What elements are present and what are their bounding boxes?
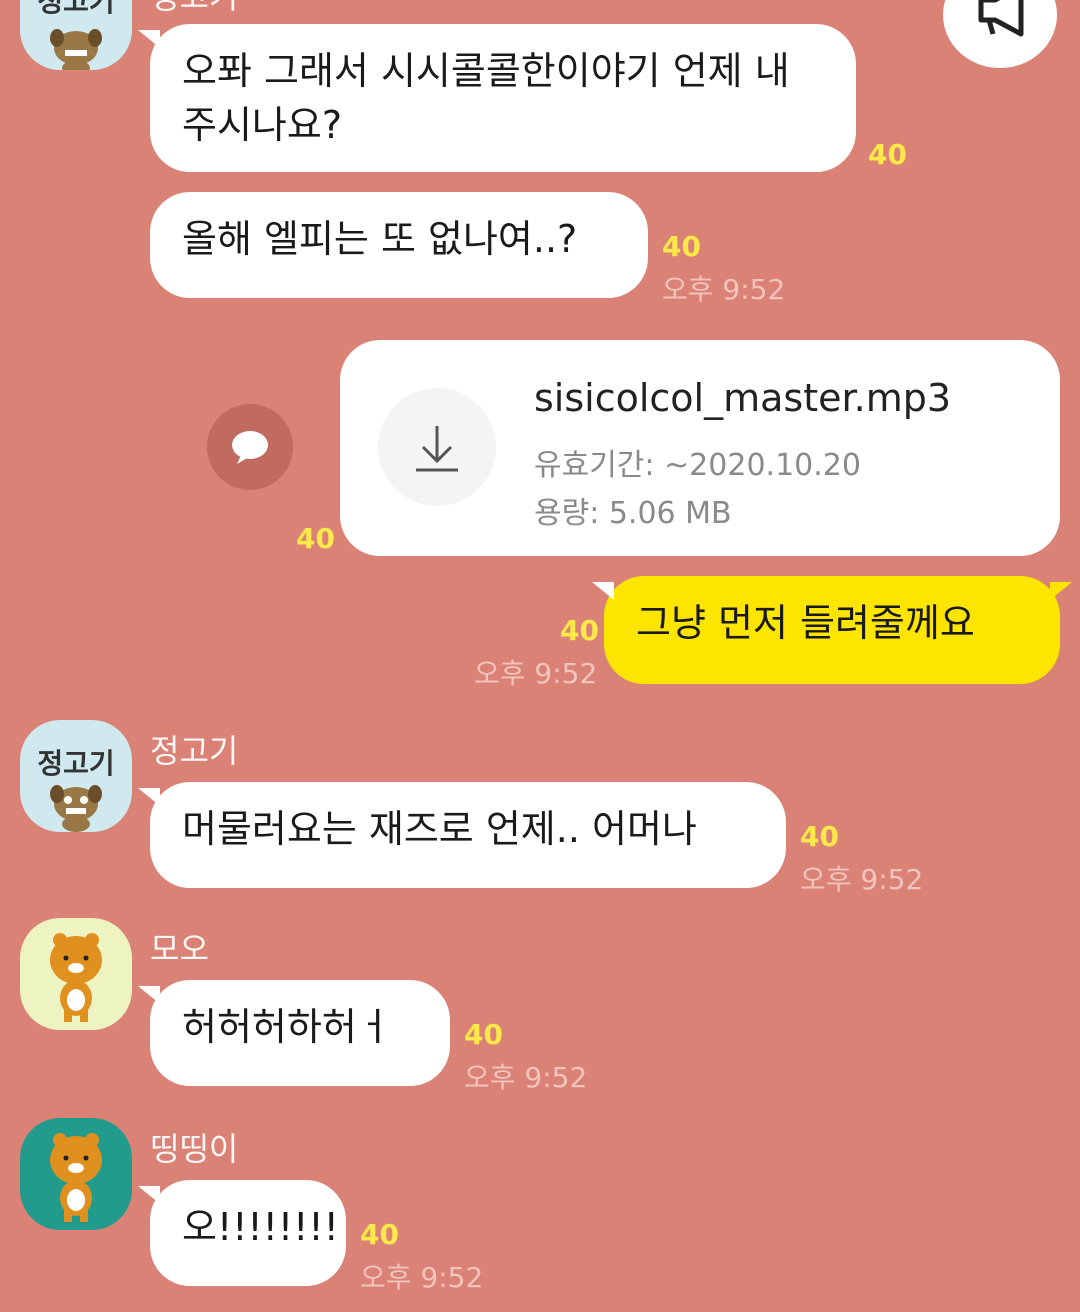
share-button[interactable] <box>207 404 293 490</box>
file-name: sisicolcol_master.mp3 <box>534 376 952 420</box>
message-text: 올해 엘피는 또 없나여..? <box>182 217 578 261</box>
message-bubble[interactable]: 허허허하허ㅓ <box>138 980 450 1086</box>
message-bubble[interactable]: 오!!!!!!!! <box>138 1180 346 1286</box>
dog-character-icon <box>50 785 102 832</box>
sender-name: 정고기 <box>150 0 238 18</box>
megaphone-icon <box>978 0 1024 37</box>
avatar-ddingddingi[interactable] <box>20 1118 132 1230</box>
message-time: 오후 9:52 <box>800 863 924 896</box>
message-text: 머물러요는 재즈로 언제.. 어머나 <box>182 807 697 851</box>
avatar-moo[interactable] <box>20 918 132 1030</box>
message-bubble[interactable]: 올해 엘피는 또 없나여..? <box>150 192 648 298</box>
message-bubble[interactable]: 머물러요는 재즈로 언제.. 어머나 <box>138 782 786 888</box>
file-size: 용량: 5.06 MB <box>534 496 732 531</box>
my-message-bubble[interactable]: 그냥 먼저 들려줄께요 <box>592 576 1072 684</box>
message-text: 허허허하허ㅓ <box>182 1005 392 1049</box>
unread-count: 40 <box>464 1018 503 1051</box>
sender-name: 띵띵이 <box>150 1130 239 1168</box>
message-time: 오후 9:52 <box>474 657 598 690</box>
avatar-jeonggogi-top[interactable]: 정고기 <box>20 0 132 70</box>
message-text: 그냥 먼저 들려줄께요 <box>636 601 975 645</box>
unread-count: 40 <box>560 614 599 647</box>
unread-count: 40 <box>800 820 839 853</box>
message-text: 오!!!!!!!! <box>182 1205 339 1249</box>
message-bubble[interactable]: 오퐈 그래서 시시콜콜한이야기 언제 내주시나요? <box>138 24 856 172</box>
dog-character-icon <box>50 29 102 70</box>
file-expiry: 유효기간: ~2020.10.20 <box>534 448 861 483</box>
message-text: 오퐈 그래서 시시콜콜한이야기 언제 내주시나요? <box>182 49 790 147</box>
speech-bubble-icon <box>232 431 268 464</box>
download-icon <box>416 426 458 472</box>
unread-count: 40 <box>868 138 907 171</box>
ryan-character-icon <box>50 933 102 1022</box>
message-time: 오후 9:52 <box>360 1261 484 1294</box>
message-time: 오후 9:52 <box>464 1061 588 1094</box>
file-attachment-card[interactable]: sisicolcol_master.mp3 유효기간: ~2020.10.20 … <box>340 340 1060 556</box>
ryan-character-icon <box>50 1133 102 1222</box>
message-time: 오후 9:52 <box>662 273 786 306</box>
unread-count: 40 <box>662 230 701 263</box>
sender-name: 모오 <box>150 930 209 968</box>
sender-name: 정고기 <box>150 732 239 770</box>
avatar-jeonggogi[interactable]: 정고기 <box>20 720 132 832</box>
unread-count: 40 <box>360 1218 399 1251</box>
download-button[interactable] <box>378 388 496 506</box>
announcement-button[interactable] <box>943 0 1057 68</box>
unread-count: 40 <box>296 522 335 555</box>
